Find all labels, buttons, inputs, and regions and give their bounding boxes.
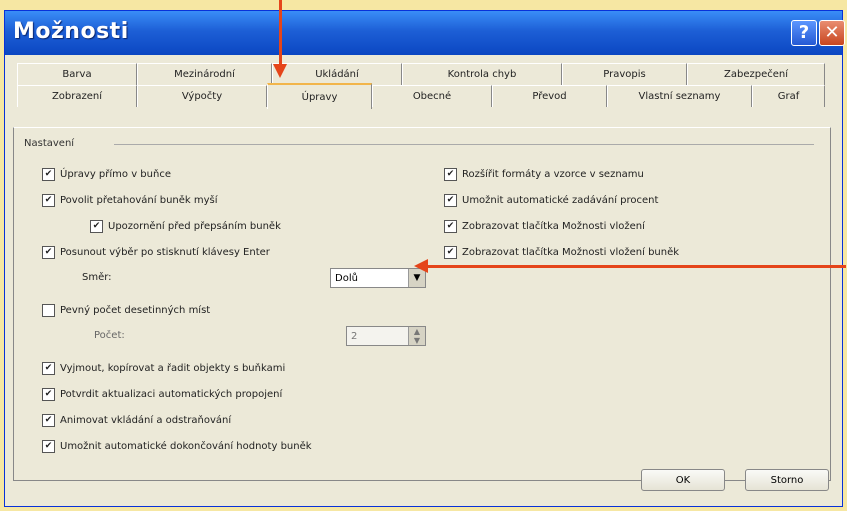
option-extend-formats[interactable]: ✔ Rozšířit formáty a vzorce v seznamu xyxy=(444,168,644,181)
check-icon: ✔ xyxy=(44,363,53,373)
check-icon: ✔ xyxy=(44,441,53,451)
spin-icon[interactable]: ▲ ▼ xyxy=(408,327,425,345)
check-icon: ✔ xyxy=(446,221,455,231)
option-edit-in-cell[interactable]: ✔ Úpravy přímo v buňce xyxy=(42,168,171,181)
option-auto-percent[interactable]: ✔ Umožnit automatické zadávání procent xyxy=(444,194,658,207)
count-value: 2 xyxy=(351,331,358,342)
check-icon: ✔ xyxy=(44,169,53,179)
help-icon: ? xyxy=(798,22,810,43)
checkbox[interactable]: ✔ xyxy=(444,246,457,259)
checkbox[interactable]: ✔ xyxy=(42,362,55,375)
group-divider xyxy=(114,144,814,145)
tab-vypocty[interactable]: Výpočty xyxy=(137,85,267,107)
annotation-arrow-line xyxy=(279,0,282,66)
option-paste-options[interactable]: ✔ Zobrazovat tlačítka Možnosti vložení xyxy=(444,220,645,233)
option-insert-options[interactable]: ✔ Zobrazovat tlačítka Možnosti vložení bu… xyxy=(444,246,679,259)
checkbox[interactable]: ✔ xyxy=(42,168,55,181)
direction-dropdown[interactable]: Dolů ▼ xyxy=(330,268,426,288)
annotation-arrow-head-left xyxy=(414,259,428,273)
close-button[interactable]: ✕ xyxy=(819,20,845,46)
checkbox[interactable]: ✔ xyxy=(42,246,55,259)
tab-barva[interactable]: Barva xyxy=(17,63,137,85)
option-confirm-links[interactable]: ✔ Potvrdit aktualizaci automatických prop… xyxy=(42,388,282,401)
dialog-title: Možnosti xyxy=(13,19,129,44)
tab-prevod[interactable]: Převod xyxy=(492,85,607,107)
title-bar[interactable]: Možnosti ? ✕ xyxy=(5,11,845,55)
check-icon: ✔ xyxy=(44,247,53,257)
checkbox[interactable]: ✔ xyxy=(42,388,55,401)
tab-strip: Barva Mezinárodní Ukládání Kontrola chyb… xyxy=(17,63,825,127)
checkbox[interactable]: ✔ xyxy=(444,220,457,233)
option-move-after-enter[interactable]: ✔ Posunout výběr po stisknutí klávesy Ent… xyxy=(42,246,270,259)
tab-ukladani[interactable]: Ukládání xyxy=(272,63,402,85)
settings-panel: Nastavení ✔ Úpravy přímo v buňce ✔ Povolit… xyxy=(13,127,831,481)
checkbox[interactable]: ✔ xyxy=(444,168,457,181)
option-autocomplete[interactable]: ✔ Umožnit automatické dokončování hodnoty… xyxy=(42,440,312,453)
tab-upravy[interactable]: Úpravy xyxy=(267,83,372,109)
help-button[interactable]: ? xyxy=(791,20,817,46)
cancel-button[interactable]: Storno xyxy=(745,469,829,491)
checkbox[interactable]: ✔ xyxy=(90,220,103,233)
tab-vlastni-seznamy[interactable]: Vlastní seznamy xyxy=(607,85,752,107)
tab-kontrola-chyb[interactable]: Kontrola chyb xyxy=(402,63,562,85)
close-icon: ✕ xyxy=(824,22,840,43)
tab-pravopis[interactable]: Pravopis xyxy=(562,63,687,85)
checkbox[interactable] xyxy=(42,304,55,317)
checkbox[interactable]: ✔ xyxy=(42,194,55,207)
tab-obecne[interactable]: Obecné xyxy=(372,85,492,107)
count-stepper[interactable]: 2 ▲ ▼ xyxy=(346,326,426,346)
ok-button[interactable]: OK xyxy=(641,469,725,491)
check-icon: ✔ xyxy=(446,169,455,179)
annotation-arrow-line xyxy=(428,265,846,268)
tab-zabezpeceni[interactable]: Zabezpečení xyxy=(687,63,825,85)
checkbox[interactable]: ✔ xyxy=(42,414,55,427)
checkbox[interactable]: ✔ xyxy=(42,440,55,453)
check-icon: ✔ xyxy=(446,195,455,205)
check-icon: ✔ xyxy=(44,415,53,425)
check-icon: ✔ xyxy=(44,389,53,399)
tab-mezinarodni[interactable]: Mezinárodní xyxy=(137,63,272,85)
check-icon: ✔ xyxy=(44,195,53,205)
count-label: Počet: xyxy=(94,330,125,341)
tab-graf[interactable]: Graf xyxy=(752,85,825,107)
group-label: Nastavení xyxy=(24,138,79,149)
check-icon: ✔ xyxy=(446,247,455,257)
option-alert-overwrite[interactable]: ✔ Upozornění před přepsáním buněk xyxy=(90,220,281,233)
direction-value: Dolů xyxy=(335,273,358,284)
check-icon: ✔ xyxy=(92,221,101,231)
option-drag-cells[interactable]: ✔ Povolit přetahování buněk myší xyxy=(42,194,218,207)
tab-zobrazeni[interactable]: Zobrazení xyxy=(17,85,137,107)
annotation-arrow-head-down xyxy=(273,64,287,78)
checkbox[interactable]: ✔ xyxy=(444,194,457,207)
direction-label: Směr: xyxy=(82,272,112,283)
option-cut-copy-sort[interactable]: ✔ Vyjmout, kopírovat a řadit objekty s bu… xyxy=(42,362,285,375)
option-fixed-decimal[interactable]: Pevný počet desetinných míst xyxy=(42,304,210,317)
option-animate[interactable]: ✔ Animovat vkládání a odstraňování xyxy=(42,414,231,427)
